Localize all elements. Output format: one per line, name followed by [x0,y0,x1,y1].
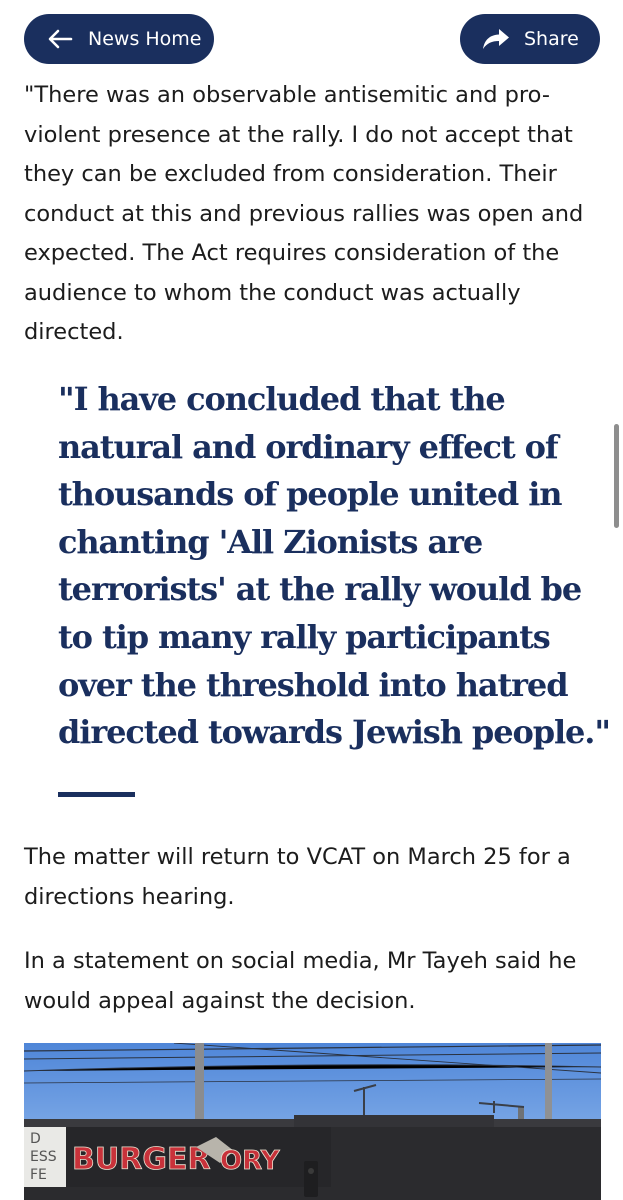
tayeh-statement-paragraph: In a statement on social media, Mr Tayeh… [24,948,577,1014]
side-sign-line-1: D [30,1131,41,1147]
side-sign-line-2: ESS [30,1149,57,1165]
burger-sign-text: BURGER [72,1142,211,1177]
burger-sign-text-tail: ORY [220,1146,281,1176]
arrow-left-icon [46,27,74,51]
share-button[interactable]: Share [460,14,600,64]
top-navigation-bar: News Home Share [0,0,623,78]
share-label: Share [524,28,579,50]
quote-paragraph: "There was an observable antisemitic and… [24,82,584,345]
news-home-label: News Home [88,28,202,50]
vcat-paragraph: The matter will return to VCAT on March … [24,844,571,910]
news-home-button[interactable]: News Home [24,14,214,64]
storefront-scene: D ESS FE BURGER ORY [24,1043,601,1200]
scrollbar[interactable] [614,424,619,528]
share-arrow-icon [482,27,510,51]
pull-quote: "I have concluded that the natural and o… [58,380,611,752]
article-photo: D ESS FE BURGER ORY [24,1043,601,1200]
side-sign-line-3: FE [30,1167,47,1183]
pull-quote-divider [58,792,135,797]
